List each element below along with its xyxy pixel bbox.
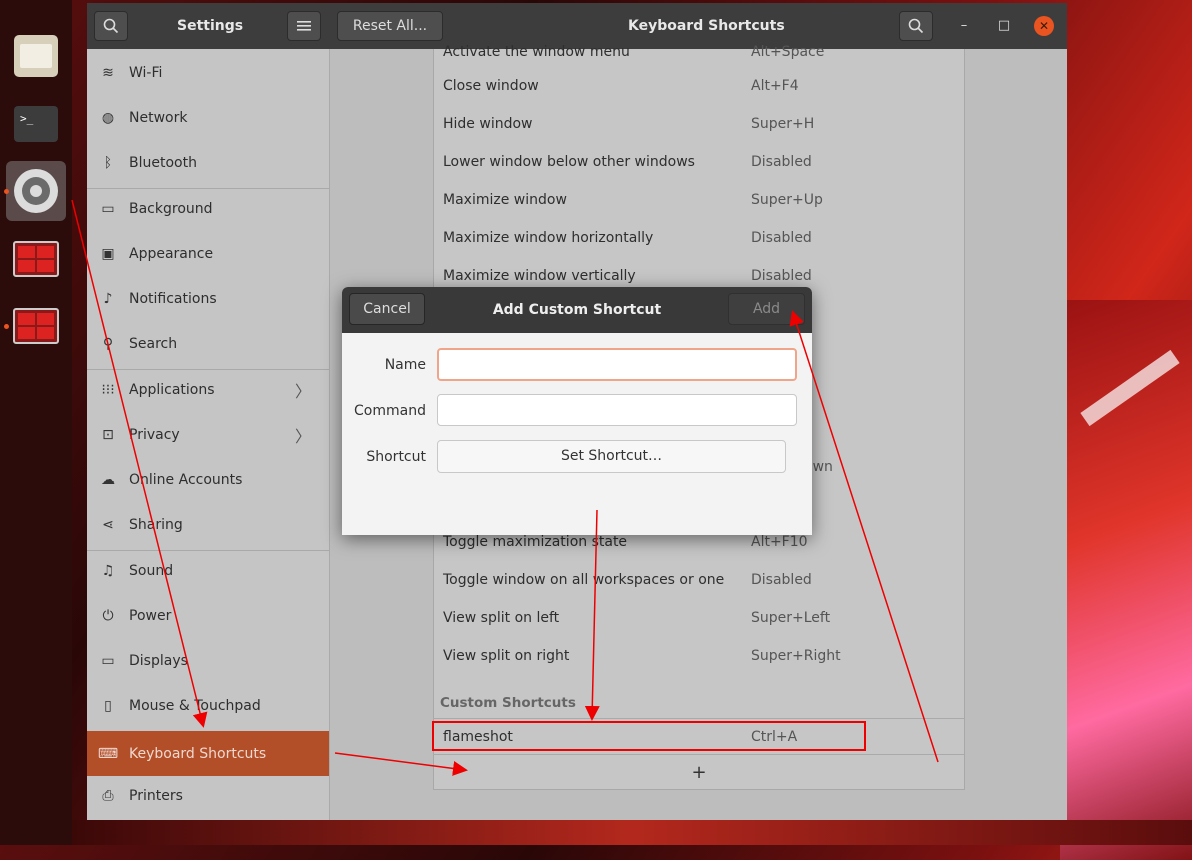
annotation-arrow: [334, 752, 468, 776]
annotation-arrow: [584, 509, 600, 721]
annotation-arrows: [71, 199, 939, 776]
annotation-arrow: [71, 199, 208, 728]
annotation-arrow: [789, 310, 939, 763]
